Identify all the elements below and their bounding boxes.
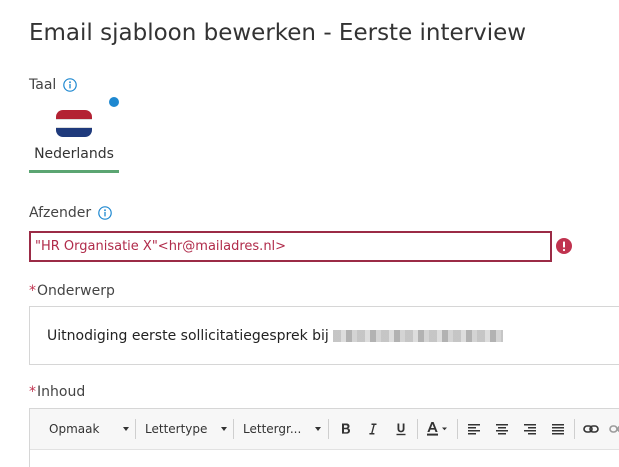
chevron-down-icon [315, 427, 321, 431]
align-justify-icon [552, 424, 564, 435]
active-tab-indicator [29, 170, 119, 173]
unlink-button[interactable] [608, 420, 619, 438]
format-dropdown-label: Opmaak [49, 422, 100, 436]
chevron-down-icon [221, 427, 227, 431]
italic-icon [369, 423, 377, 435]
toolbar-divider [135, 419, 136, 439]
toolbar-divider [233, 419, 234, 439]
toolbar-divider [417, 419, 418, 439]
align-center-icon [496, 424, 508, 435]
align-justify-button[interactable] [549, 420, 567, 438]
toolbar-divider [328, 419, 329, 439]
align-center-button[interactable] [493, 420, 511, 438]
italic-button[interactable] [364, 420, 382, 438]
text-color-button[interactable] [425, 420, 453, 438]
align-left-button[interactable] [465, 420, 483, 438]
format-dropdown[interactable]: Opmaak [49, 418, 129, 440]
align-right-button[interactable] [521, 420, 539, 438]
netherlands-flag-icon [56, 110, 92, 137]
chevron-down-icon [123, 427, 129, 431]
language-tab-label: Nederlands [34, 146, 114, 162]
info-icon[interactable] [63, 78, 78, 92]
font-size-dropdown-label: Lettergr... [243, 422, 302, 436]
font-dropdown-label: Lettertype [145, 422, 208, 436]
content-label: Inhoud [37, 384, 86, 400]
toolbar-divider [457, 419, 458, 439]
align-right-icon [524, 424, 536, 435]
font-dropdown[interactable]: Lettertype [145, 418, 227, 440]
underline-icon [396, 423, 406, 436]
language-tab-nederlands[interactable]: Nederlands [29, 97, 119, 173]
toolbar-divider [574, 419, 575, 439]
subject-text: Uitnodiging eerste sollicitatiegesprek b… [47, 328, 329, 344]
text-color-icon [427, 422, 447, 436]
info-icon[interactable] [98, 206, 112, 220]
content-label-row: * Inhoud [29, 384, 85, 400]
underline-button[interactable] [392, 420, 410, 438]
redacted-company-name [333, 330, 503, 342]
required-mark: * [29, 384, 36, 400]
subject-label-row: * Onderwerp [29, 283, 115, 299]
editor-toolbar: Opmaak Lettertype Lettergr... [30, 409, 619, 450]
sender-label-row: Afzender [29, 205, 112, 221]
required-mark: * [29, 283, 36, 299]
language-label: Taal [29, 77, 57, 93]
link-icon [583, 425, 599, 433]
error-icon [556, 238, 572, 254]
content-editor[interactable]: Opmaak Lettertype Lettergr... [29, 408, 619, 467]
unlink-icon [609, 425, 619, 433]
subject-label: Onderwerp [37, 283, 115, 299]
font-size-dropdown[interactable]: Lettergr... [243, 418, 321, 440]
subject-input[interactable]: Uitnodiging eerste sollicitatiegesprek b… [29, 306, 619, 365]
bold-button[interactable] [337, 420, 355, 438]
sender-input[interactable] [29, 231, 552, 262]
bold-icon [342, 423, 350, 434]
align-left-icon [468, 424, 480, 435]
link-button[interactable] [582, 420, 600, 438]
page-title: Email sjabloon bewerken - Eerste intervi… [29, 20, 527, 46]
language-label-row: Taal [29, 77, 78, 93]
sender-label: Afzender [29, 205, 92, 221]
status-dot [109, 97, 119, 107]
